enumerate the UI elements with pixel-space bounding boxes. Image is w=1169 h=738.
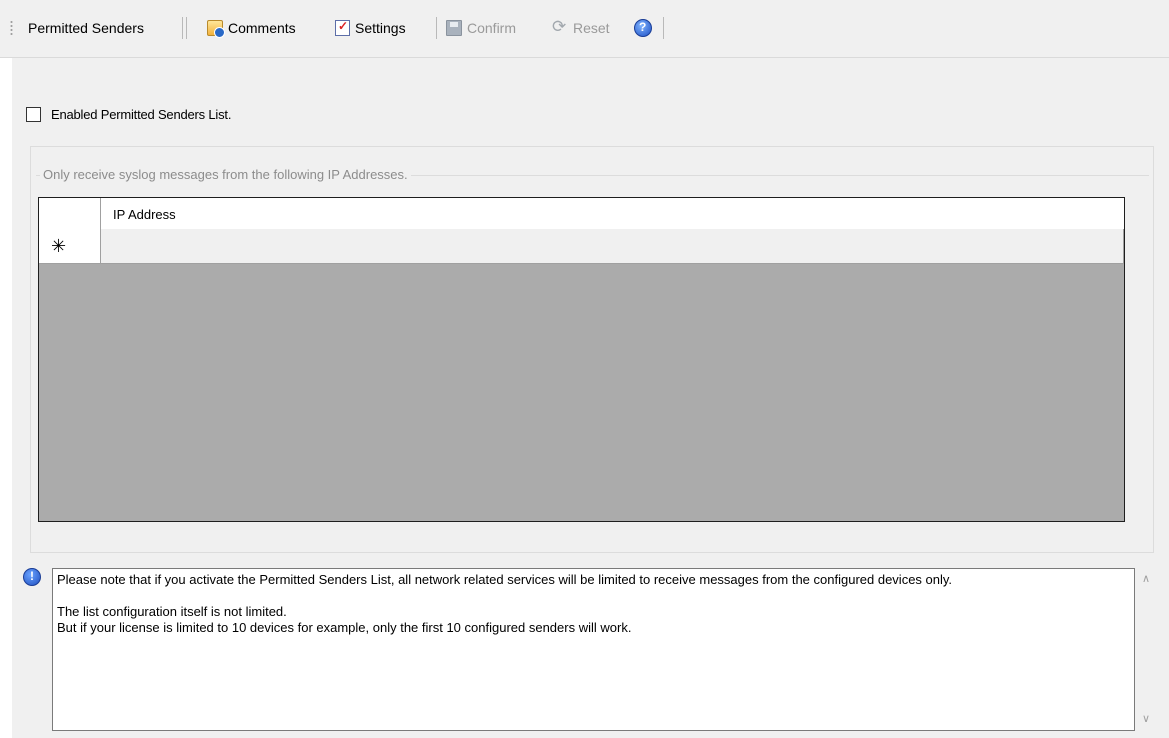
help-icon: [634, 19, 652, 37]
confirm-button[interactable]: Confirm: [446, 17, 516, 39]
column-header-ip-address[interactable]: IP Address: [113, 207, 176, 222]
toolbar-title: Permitted Senders: [28, 17, 144, 39]
grid-new-row[interactable]: ✳: [39, 229, 1124, 264]
info-textbox[interactable]: Please note that if you activate the Per…: [52, 568, 1135, 731]
info-scrollbar[interactable]: [1136, 568, 1160, 731]
reset-button[interactable]: Reset: [552, 17, 610, 39]
toolbar-separator: [182, 17, 183, 39]
comments-icon: [207, 20, 225, 38]
toolbar-separator: [436, 17, 437, 39]
info-text-line: The list configuration itself is not lim…: [57, 604, 287, 619]
settings-label: Settings: [355, 20, 406, 36]
grid-row-border: [1123, 229, 1124, 263]
ip-address-cell[interactable]: [101, 229, 1122, 263]
enable-permitted-senders[interactable]: Enabled Permitted Senders List.: [26, 107, 231, 122]
enable-label: Enabled Permitted Senders List.: [51, 107, 232, 122]
settings-icon: [335, 19, 350, 36]
info-text-line: Please note that if you activate the Per…: [57, 572, 953, 587]
scroll-up-icon[interactable]: ∧: [1142, 572, 1150, 585]
new-row-icon: ✳: [51, 236, 67, 256]
grid-empty-area: [39, 264, 1124, 521]
toolbar: Permitted Senders Comments Settings Conf…: [0, 0, 1169, 58]
comments-button[interactable]: Comments: [207, 17, 296, 39]
group-legend: Only receive syslog messages from the fo…: [40, 167, 411, 182]
help-button[interactable]: [634, 17, 657, 39]
reset-icon: [552, 17, 568, 37]
confirm-label: Confirm: [467, 20, 517, 36]
new-row-header[interactable]: ✳: [39, 229, 101, 263]
grid-corner-header[interactable]: [39, 198, 101, 229]
ip-address-grid[interactable]: IP Address ✳: [38, 197, 1125, 522]
toolbar-separator: [663, 17, 664, 39]
info-text-line: But if your license is limited to 10 dev…: [57, 620, 632, 635]
comments-label: Comments: [228, 20, 296, 36]
reset-label: Reset: [573, 20, 610, 36]
enable-checkbox[interactable]: [26, 107, 41, 122]
info-icon: [23, 568, 41, 586]
toolbar-title-label: Permitted Senders: [28, 20, 144, 36]
settings-button[interactable]: Settings: [335, 17, 406, 39]
grid-header: IP Address: [39, 198, 1124, 230]
scroll-down-icon[interactable]: ∨: [1142, 712, 1150, 725]
save-icon: [446, 20, 462, 36]
toolbar-grip[interactable]: [10, 20, 13, 37]
toolbar-separator: [186, 17, 187, 39]
